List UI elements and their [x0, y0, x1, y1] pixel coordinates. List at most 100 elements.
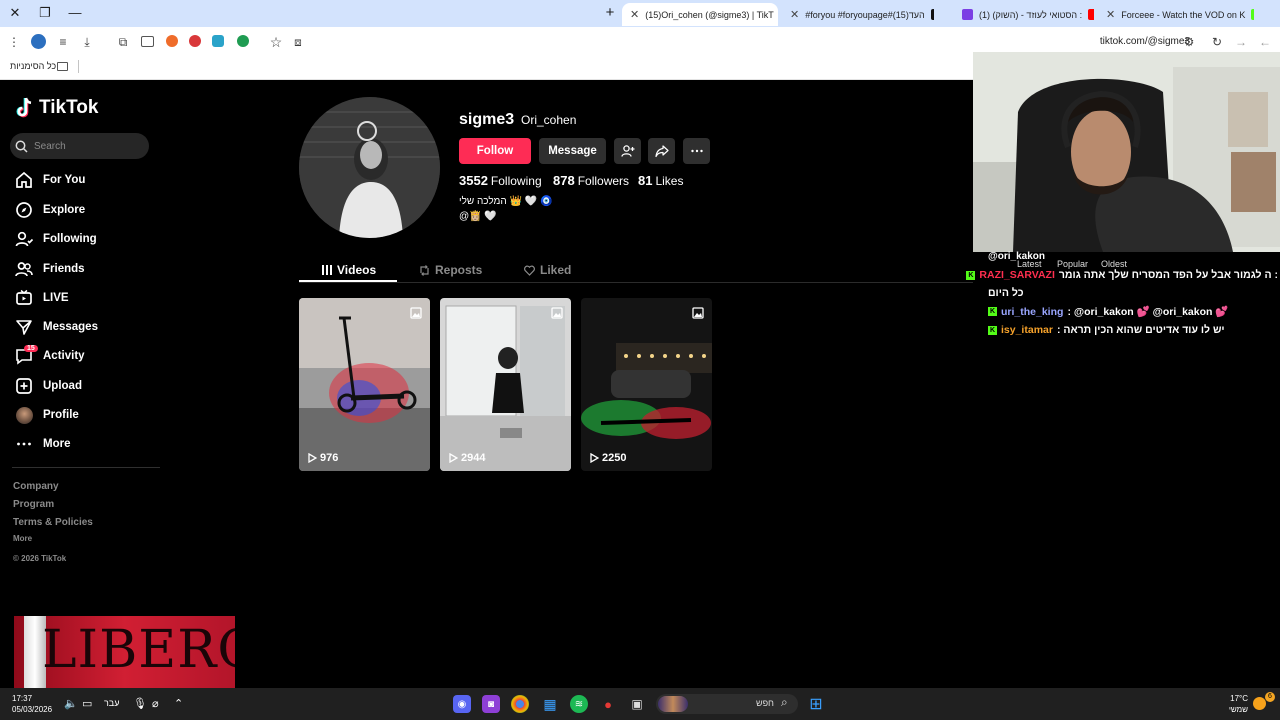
sun-icon	[1253, 697, 1266, 710]
play-icon	[449, 453, 458, 463]
tiktok-logo[interactable]: TikTok	[15, 97, 98, 119]
view-count-value: 976	[320, 452, 339, 464]
tab-groups-icon[interactable]	[141, 36, 154, 47]
cast-icon[interactable]: ⧈	[290, 34, 306, 50]
footer-program-link[interactable]: Program	[13, 499, 54, 510]
more-options-button[interactable]	[683, 138, 710, 164]
footer-company-link[interactable]: Company	[13, 481, 59, 492]
nav-upload[interactable]: Upload	[15, 374, 82, 398]
new-tab-icon[interactable]: +	[600, 4, 620, 22]
nav-profile[interactable]: Profile	[15, 403, 79, 427]
followers-stat[interactable]: 878 Followers	[553, 173, 629, 188]
display-icon[interactable]: ▭	[82, 697, 92, 710]
tray-expand-icon[interactable]: ⌃	[174, 697, 183, 710]
close-tab-icon[interactable]: ✕	[790, 8, 799, 21]
share-button[interactable]	[648, 138, 675, 164]
nav-messages[interactable]: Messages	[15, 315, 98, 339]
ad-logo-text: LIBERO	[42, 620, 235, 680]
tab-tiktok-profile[interactable]: ✕ (15)Ori_cohen (@sigme3) | TikT ♪	[622, 3, 778, 26]
language-indicator[interactable]: עבר	[104, 698, 119, 708]
video-thumbnail-2[interactable]: 2944	[440, 298, 571, 471]
nav-label: Profile	[43, 409, 79, 421]
search-icon: ⌕	[781, 695, 788, 709]
footer-terms-link[interactable]: Terms & Policies	[13, 517, 93, 528]
add-user-icon	[620, 145, 634, 157]
extension-green-icon[interactable]	[237, 35, 249, 47]
tab-videos[interactable]: Videos	[322, 259, 376, 281]
chat-filter-oldest[interactable]: Oldest	[1101, 259, 1127, 269]
chat-filter-popular[interactable]: Popular	[1057, 259, 1088, 269]
close-window-icon[interactable]: ✕	[5, 4, 25, 22]
follow-button[interactable]: Follow	[459, 138, 531, 164]
nav-live[interactable]: LIVE	[15, 286, 69, 310]
network-off-icon[interactable]: ⌀	[152, 697, 159, 710]
repost-icon	[420, 264, 429, 276]
task-view-icon[interactable]: ▣	[628, 695, 646, 713]
tab-reposts[interactable]: Reposts	[419, 259, 482, 281]
nav-for-you[interactable]: For You	[15, 168, 85, 192]
nav-following[interactable]: Following	[15, 227, 97, 251]
profile-bio-line2: @👸🏼 🤍	[459, 211, 497, 222]
video-thumbnail-3[interactable]: 2250	[581, 298, 712, 471]
close-tab-icon[interactable]: ✕	[1106, 8, 1115, 21]
extension-red-icon[interactable]	[189, 35, 201, 47]
following-stat[interactable]: 3552 Following	[459, 173, 542, 188]
menu-dots-icon[interactable]: ⋮	[6, 34, 22, 50]
chrome-app-icon[interactable]	[511, 695, 529, 713]
search-input[interactable]: Search	[10, 133, 149, 159]
download-icon[interactable]: ⤓	[79, 34, 95, 50]
add-friend-button[interactable]	[614, 138, 641, 164]
all-bookmarks-label[interactable]: כל הסימניות	[10, 61, 56, 71]
nav-friends[interactable]: Friends	[15, 257, 85, 281]
spotify-app-icon[interactable]: ≋	[570, 695, 588, 713]
tiktok-logo-icon	[16, 97, 32, 118]
profile-avatar[interactable]	[299, 97, 440, 238]
back-icon[interactable]: ←	[1257, 34, 1273, 50]
followers-label: Followers	[577, 174, 630, 188]
recording-app-icon[interactable]: ●	[599, 695, 617, 713]
tab-kick-vod[interactable]: ✕ Forceee - Watch the VOD on K K	[1098, 3, 1254, 26]
profile-bio-line1: המלכה שלי 👑 🤍 🧿	[459, 196, 553, 207]
taskbar-clock[interactable]: 17:37 05/03/2026	[12, 693, 52, 715]
kick-favicon-icon: K	[1251, 9, 1254, 20]
tab-youtube[interactable]: (1) הסטואי לעוזד - (השוק) :	[954, 3, 1094, 26]
clock-date: 05/03/2026	[12, 705, 53, 714]
bookmark-star-icon[interactable]: ☆	[268, 34, 284, 50]
url-text[interactable]: tiktok.com/@sigme3	[1100, 36, 1190, 47]
nav-more[interactable]: More	[15, 432, 70, 456]
weather-widget[interactable]: 17°C שמשי	[1224, 693, 1248, 715]
windows-start-icon[interactable]: ⊞	[807, 695, 825, 713]
apps-grid-icon[interactable]: ▦	[541, 695, 559, 713]
media-control-icon[interactable]: ≡	[55, 34, 71, 50]
extension-blue-icon[interactable]	[212, 35, 224, 47]
activity-badge: 15	[24, 345, 38, 352]
video-thumbnail-1[interactable]: 976	[299, 298, 430, 471]
followers-count: 878	[553, 173, 575, 188]
notification-badge[interactable]: 6	[1265, 692, 1275, 702]
photo-carousel-icon	[551, 307, 563, 319]
forward-icon[interactable]: →	[1233, 34, 1249, 50]
volume-icon[interactable]: 🔈	[64, 697, 78, 710]
tab-foryou[interactable]: ✕ #foryou #foryoupage#העד(15) ♪	[782, 3, 934, 26]
address-bar[interactable]	[262, 31, 1210, 52]
microphone-icon[interactable]: 🎙	[133, 697, 147, 710]
twitch-app-icon[interactable]: ◙	[482, 695, 500, 713]
extension-globe-icon[interactable]	[31, 34, 46, 49]
discord-app-icon[interactable]: ◉	[453, 695, 471, 713]
extensions-puzzle-icon[interactable]: ⧉	[115, 34, 131, 50]
activity-icon: 15	[15, 345, 38, 365]
footer-more-link[interactable]: More	[13, 534, 32, 543]
tab-title: Forceee - Watch the VOD on K	[1121, 9, 1246, 20]
site-settings-icon[interactable]: ⚙	[1181, 34, 1197, 50]
reload-icon[interactable]: ↻	[1209, 34, 1225, 50]
close-tab-icon[interactable]: ✕	[630, 8, 639, 21]
chat-filter-latest[interactable]: Latest	[1017, 259, 1042, 269]
tab-liked[interactable]: Liked	[524, 259, 571, 281]
extension-orange-icon[interactable]	[166, 35, 178, 47]
message-button[interactable]: Message	[539, 138, 606, 164]
folder-icon[interactable]	[57, 62, 68, 71]
minimize-window-icon[interactable]: —	[65, 4, 85, 22]
nav-explore[interactable]: Explore	[15, 198, 85, 222]
restore-window-icon[interactable]: ❐	[35, 4, 55, 22]
nav-activity[interactable]: 15 Activity	[15, 344, 85, 368]
